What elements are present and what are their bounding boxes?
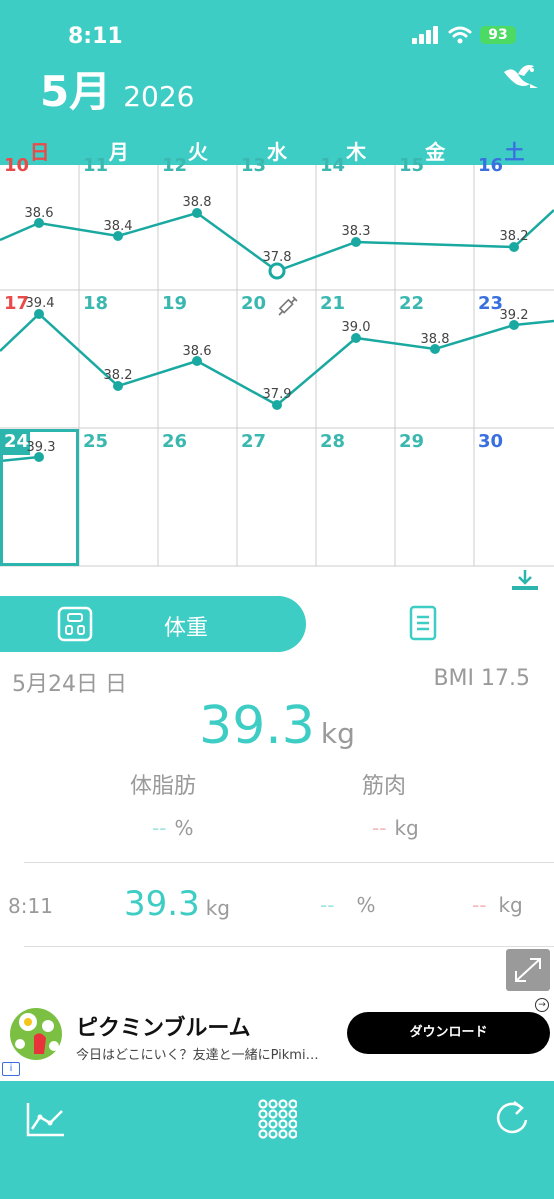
record-muscle: -- kg bbox=[472, 893, 523, 917]
day-number[interactable]: 19 bbox=[162, 293, 187, 314]
day-number: 16 bbox=[478, 155, 504, 176]
weight-value-label: 38.8 bbox=[420, 332, 450, 347]
weight-unit: kg bbox=[320, 717, 355, 750]
month-title: 5月 2026 bbox=[40, 58, 195, 119]
weight-value-label: 38.4 bbox=[103, 219, 133, 234]
calendar-grid[interactable]: 10 11 12 13 14 15 16 38.6 38.4 38.8 37.8… bbox=[0, 155, 554, 567]
day-number: 12 bbox=[162, 155, 188, 176]
status-time: 8:11 bbox=[68, 24, 123, 49]
record-weight-number: 39.3 bbox=[124, 884, 200, 924]
expand-icon bbox=[515, 958, 541, 982]
memo-icon[interactable] bbox=[409, 605, 437, 641]
weight-value-label: 39.4 bbox=[25, 296, 55, 311]
weight-value-label: 38.3 bbox=[341, 224, 371, 239]
day-number[interactable]: 22 bbox=[399, 293, 424, 314]
day-number: 11 bbox=[83, 155, 109, 176]
year-label: 2026 bbox=[123, 80, 195, 113]
download-icon[interactable] bbox=[510, 568, 540, 592]
muscle-value: -- kg bbox=[372, 816, 419, 840]
weight-display: 39.3 kg bbox=[0, 696, 554, 756]
day-number: 13 bbox=[241, 155, 267, 176]
scale-icon bbox=[57, 606, 93, 642]
tab-weight[interactable] bbox=[0, 596, 306, 652]
data-point-hollow[interactable] bbox=[268, 262, 286, 280]
weight-value-label: 38.8 bbox=[182, 195, 212, 210]
day-number[interactable]: 25 bbox=[83, 431, 108, 452]
tab-weight-label[interactable]: 体重 bbox=[164, 610, 208, 642]
record-weight[interactable]: 39.3 kg bbox=[124, 884, 230, 924]
weight-value-label: 38.2 bbox=[103, 368, 133, 383]
graph-icon[interactable] bbox=[26, 1101, 66, 1137]
selected-day-number[interactable]: 24 bbox=[0, 429, 30, 455]
day-number[interactable]: 29 bbox=[399, 431, 424, 452]
weight-value-label: 37.9 bbox=[262, 387, 292, 402]
bottom-toolbar bbox=[0, 1081, 554, 1199]
record-weight-unit: kg bbox=[205, 896, 230, 920]
day-number: 14 bbox=[320, 155, 346, 176]
selected-date: 5月24日 日 bbox=[12, 672, 127, 697]
body-fat-unit: % bbox=[174, 816, 194, 840]
signal-icon bbox=[412, 26, 438, 44]
body-fat-number: -- bbox=[152, 816, 167, 840]
ad-download-button[interactable]: ダウンロード bbox=[347, 1012, 550, 1054]
battery-indicator: 93 bbox=[480, 26, 516, 44]
ad-app-logo bbox=[10, 1008, 62, 1060]
record-fat-number: -- bbox=[320, 893, 335, 917]
day-number[interactable]: 21 bbox=[320, 293, 345, 314]
weight-value-label: 38.6 bbox=[24, 206, 54, 221]
app-header: 8:11 93 5月 2026 日 月 火 水 木 金 土 bbox=[0, 0, 554, 165]
day-number[interactable]: 18 bbox=[83, 293, 108, 314]
weight-value-label: 39.2 bbox=[499, 308, 529, 323]
month-label: 5月 bbox=[40, 67, 112, 116]
ad-title[interactable]: ピクミンブルーム bbox=[76, 1010, 251, 1042]
day-number[interactable]: 20 bbox=[241, 293, 266, 314]
day-number: 15 bbox=[399, 155, 425, 176]
muscle-label: 筋肉 bbox=[362, 774, 407, 799]
muscle-number: -- bbox=[372, 816, 387, 840]
calendar-lines bbox=[0, 165, 554, 567]
weight-value-label: 39.3 bbox=[26, 440, 56, 455]
record-muscle-unit: kg bbox=[498, 893, 523, 917]
muscle-unit: kg bbox=[394, 816, 419, 840]
record-fat: --% bbox=[320, 893, 375, 917]
divider bbox=[24, 946, 554, 947]
ad-banner[interactable]: ピクミンブルーム 今日はどこにいく？友達と一緒にPikmi… ダウンロード i … bbox=[0, 996, 554, 1080]
wifi-icon bbox=[448, 26, 472, 44]
weight-value-label: 39.0 bbox=[341, 320, 371, 335]
divider bbox=[24, 862, 554, 863]
expand-ad-button[interactable] bbox=[506, 949, 550, 991]
ad-choices-icon[interactable]: → bbox=[535, 998, 549, 1012]
day-number[interactable]: 28 bbox=[320, 431, 345, 452]
calendar-grid-icon[interactable] bbox=[257, 1099, 297, 1139]
bmi-value: BMI 17.5 bbox=[433, 666, 530, 691]
record-fat-unit: % bbox=[356, 893, 376, 917]
record-time: 8:11 bbox=[8, 894, 53, 918]
body-fat-label: 体脂肪 bbox=[130, 774, 197, 799]
bird-icon[interactable] bbox=[500, 58, 540, 94]
weight-value-label: 38.2 bbox=[499, 229, 529, 244]
weight-value: 39.3 bbox=[199, 696, 315, 756]
day-number[interactable]: 30 bbox=[478, 431, 503, 452]
day-number[interactable]: 26 bbox=[162, 431, 187, 452]
day-number[interactable]: 27 bbox=[241, 431, 266, 452]
syringe-icon bbox=[278, 296, 298, 316]
weight-value-label: 37.8 bbox=[262, 250, 292, 265]
ad-description[interactable]: 今日はどこにいく？友達と一緒にPikmi… bbox=[76, 1044, 338, 1063]
refresh-icon[interactable] bbox=[494, 1098, 530, 1138]
weight-value-label: 38.6 bbox=[182, 344, 212, 359]
body-fat-value: --% bbox=[152, 816, 193, 840]
status-icons: 93 bbox=[412, 26, 516, 44]
day-number: 10 bbox=[4, 155, 30, 176]
ad-info-icon[interactable]: i bbox=[2, 1062, 20, 1076]
record-muscle-number: -- bbox=[472, 893, 487, 917]
